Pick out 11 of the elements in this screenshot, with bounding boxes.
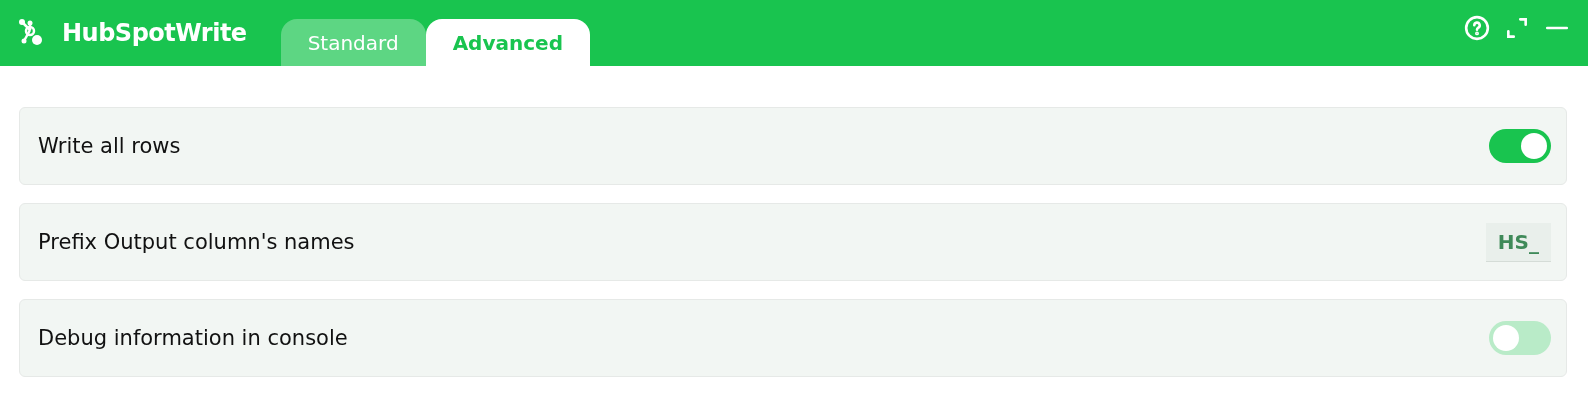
expand-icon[interactable] <box>1504 15 1530 41</box>
setting-label: Debug information in console <box>38 326 348 350</box>
help-icon[interactable] <box>1464 15 1490 41</box>
toggle-switch[interactable] <box>1489 321 1551 355</box>
app-title: HubSpotWrite <box>62 19 247 47</box>
setting-label: Write all rows <box>38 134 181 158</box>
toggle-switch[interactable] <box>1489 129 1551 163</box>
setting-label: Prefix Output column's names <box>38 230 355 254</box>
input-field[interactable]: HS_ <box>1485 222 1551 262</box>
tab[interactable]: Advanced <box>425 19 590 66</box>
tab[interactable]: Standard <box>280 19 426 66</box>
